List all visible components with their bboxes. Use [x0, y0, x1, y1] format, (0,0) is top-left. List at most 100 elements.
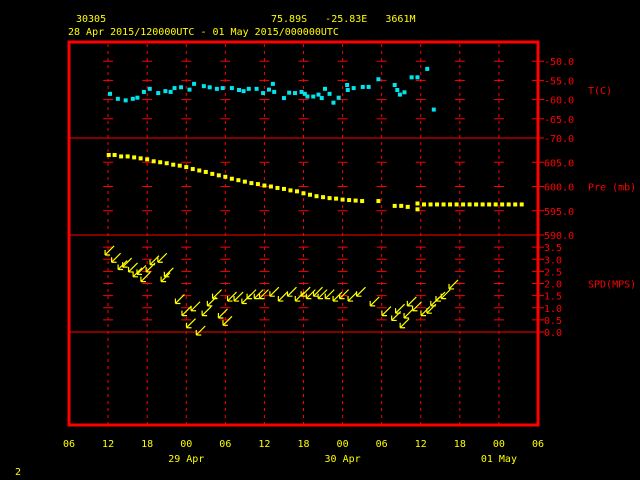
- pressure-point: [125, 154, 130, 159]
- wind-arrow: [277, 291, 288, 302]
- temperature-point: [135, 95, 140, 100]
- wind-arrow: [399, 318, 410, 329]
- pressure-point: [112, 152, 117, 157]
- pressure-point: [249, 181, 254, 186]
- pressure-point: [190, 167, 195, 172]
- wind-arrow: [347, 291, 358, 302]
- x-tick-label: 00: [180, 439, 192, 450]
- pressure-point: [314, 194, 319, 199]
- x-tick-label: 18: [297, 439, 309, 450]
- x-tick-label: 00: [493, 439, 505, 450]
- wind-arrow: [406, 296, 417, 307]
- pressure-point: [268, 184, 273, 189]
- temperature-point: [108, 91, 113, 96]
- pressure-point: [454, 202, 459, 207]
- wind-arrow: [174, 294, 185, 305]
- wind-arrow: [338, 289, 350, 300]
- temperature-tick-label: -60.0: [544, 96, 574, 107]
- pressure-point: [119, 154, 124, 159]
- wind_speed-tick-label: 2.0: [544, 280, 562, 291]
- pressure-point: [106, 152, 111, 157]
- pressure-point: [203, 169, 208, 174]
- wind_speed-tick-label: 0.0: [544, 328, 562, 339]
- pressure-point: [399, 203, 404, 208]
- pressure-point: [321, 195, 326, 200]
- temperature-point: [351, 86, 356, 91]
- station-time-series-chart: 30305 75.89S -25.83E 3661M 28 Apr 2015/1…: [15, 14, 636, 478]
- temperature-point: [147, 86, 152, 91]
- temperature-point: [319, 96, 324, 101]
- temperature-point: [366, 84, 371, 89]
- temperature-point: [156, 91, 161, 96]
- temperature-tick-label: -70.0: [544, 134, 574, 145]
- wind_speed-tick-label: 1.0: [544, 304, 562, 315]
- x-tick-label: 06: [376, 439, 388, 450]
- temperature-point: [141, 89, 146, 94]
- pressure-point: [301, 191, 306, 196]
- temperature-point: [207, 85, 212, 90]
- temperature-point: [192, 81, 197, 86]
- pressure-point: [288, 188, 293, 193]
- x-tick-label: 00: [337, 439, 349, 450]
- wind-arrow: [163, 267, 174, 278]
- pressure-point: [360, 199, 365, 204]
- temperature-point: [360, 84, 365, 89]
- temperature-point: [123, 98, 128, 103]
- temperature-point: [322, 86, 327, 91]
- pressure-tick-label: 600.0: [544, 183, 574, 194]
- temperature-point: [281, 96, 286, 101]
- pressure-point: [151, 159, 156, 164]
- pressure-point: [255, 182, 260, 187]
- pressure-axis-label: Pre (mb): [588, 183, 636, 194]
- temperature-point: [168, 89, 173, 94]
- wind-arrow: [253, 289, 264, 300]
- temperature-point: [409, 75, 414, 80]
- wind-arrow: [157, 252, 168, 263]
- pressure-point: [210, 171, 215, 176]
- pressure-point: [223, 174, 228, 179]
- pressure-point: [334, 196, 339, 201]
- wind-arrow: [190, 301, 201, 312]
- temperature-point: [220, 86, 225, 91]
- pressure-point: [262, 183, 267, 188]
- pressure-point: [422, 202, 427, 207]
- pressure-point: [171, 162, 176, 167]
- temperature-tick-label: -55.0: [544, 76, 574, 87]
- pressure-point: [415, 207, 420, 212]
- temperature-point: [241, 89, 246, 94]
- pressure-point: [229, 176, 234, 181]
- wind-arrow: [411, 301, 422, 312]
- x-tick-label: 06: [219, 439, 231, 450]
- temperature-point: [246, 86, 251, 91]
- pressure-point: [158, 160, 163, 165]
- x-tick-label: 12: [258, 439, 270, 450]
- wind_speed-tick-label: 3.0: [544, 255, 562, 266]
- temperature-point: [293, 91, 298, 96]
- station-id: 30305: [76, 14, 106, 25]
- pressure-point: [275, 185, 280, 190]
- temperature-point: [179, 85, 184, 90]
- wind-arrow: [286, 286, 297, 297]
- pressure-tick-label: 590.0: [544, 231, 574, 242]
- pressure-point: [500, 202, 505, 207]
- wind-arrow: [300, 286, 311, 297]
- wind-arrow: [211, 289, 222, 300]
- x-date-label: 01 May: [481, 454, 517, 465]
- pressure-point: [216, 173, 221, 178]
- temperature-point: [254, 86, 259, 91]
- temperature-point: [397, 92, 402, 97]
- pressure-point: [177, 163, 182, 168]
- temperature-point: [305, 94, 310, 99]
- pressure-point: [448, 202, 453, 207]
- x-tick-label: 18: [454, 439, 466, 450]
- pressure-point: [340, 197, 345, 202]
- pressure-point: [327, 196, 332, 201]
- x-tick-label: 12: [102, 439, 114, 450]
- x-date-label: 29 Apr: [168, 454, 204, 465]
- temperature-point: [345, 88, 350, 92]
- pressure-point: [236, 178, 241, 183]
- pressure-point: [487, 202, 492, 207]
- pressure-point: [281, 186, 286, 191]
- temperature-tick-label: -50.0: [544, 57, 574, 68]
- pressure-point: [353, 198, 358, 203]
